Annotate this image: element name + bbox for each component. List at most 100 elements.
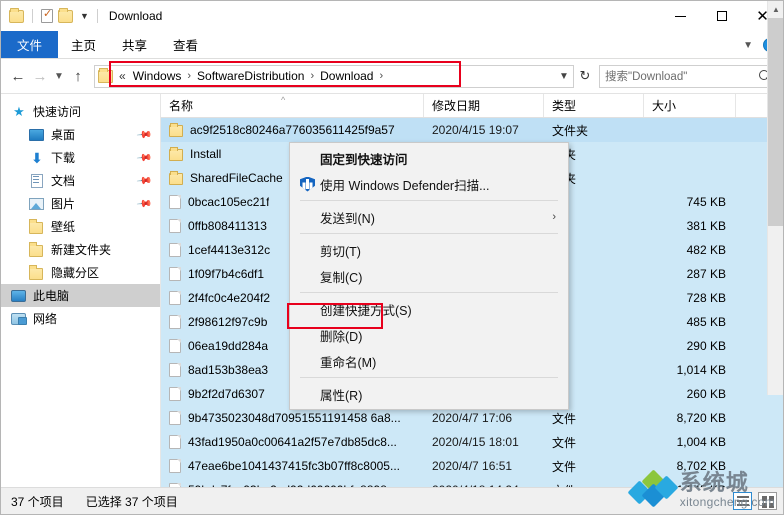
sidebar-item-desktop[interactable]: 桌面 📌 <box>1 123 160 146</box>
menu-item-label: 属性(R) <box>320 388 363 403</box>
breadcrumb-separator-2[interactable]: › <box>308 70 316 82</box>
pin-icon[interactable]: 📌 <box>136 196 153 212</box>
column-header-name[interactable]: 名称 <box>161 94 424 117</box>
sidebar-item-new-folder[interactable]: 新建文件夹 <box>1 238 160 261</box>
menu-item[interactable]: 使用 Windows Defender扫描... <box>290 171 568 197</box>
cell-date: 2020/4/15 19:07 <box>432 123 519 137</box>
address-bar: ← → ▼ ↑ « Windows › SoftwareDistribution… <box>1 59 783 93</box>
scrollbar-thumb[interactable] <box>768 18 783 226</box>
menu-item[interactable]: 删除(D) <box>290 322 568 348</box>
tab-file[interactable]: 文件 <box>1 31 59 58</box>
sidebar-item-hidden-partition[interactable]: 隐藏分区 <box>1 261 160 284</box>
sidebar-item-network[interactable]: 网络 <box>1 307 160 330</box>
cell-size: 485 KB <box>686 315 726 329</box>
menu-item[interactable]: 属性(R) <box>290 381 568 407</box>
cell-size: 745 KB <box>686 195 726 209</box>
pin-icon[interactable]: 📌 <box>136 173 153 189</box>
column-header-size[interactable]: 大小 <box>644 94 736 117</box>
item-count: 37 个项目 <box>11 494 64 509</box>
new-folder-icon[interactable] <box>58 7 73 23</box>
menu-item-label: 创建快捷方式(S) <box>320 303 412 318</box>
menu-item[interactable]: 发送到(N) › <box>290 204 568 230</box>
status-bar: 37 个项目 已选择 37 个项目 <box>1 487 783 514</box>
file-icon <box>169 267 181 281</box>
breadcrumb-separator-3[interactable]: › <box>377 70 385 82</box>
sidebar-item-wallpaper[interactable]: 壁纸 <box>1 215 160 238</box>
address-dropdown-icon[interactable]: ▼ <box>555 66 573 87</box>
breadcrumb-item-download[interactable]: Download <box>316 69 377 83</box>
folder-icon <box>169 123 183 137</box>
menu-item[interactable]: 创建快捷方式(S) <box>290 296 568 322</box>
forward-arrow-icon[interactable]: → <box>29 65 51 87</box>
search-input[interactable]: 搜索"Download" <box>599 64 777 88</box>
file-icon <box>169 315 181 329</box>
tab-share[interactable]: 共享 <box>109 31 160 58</box>
sidebar-item-this-pc[interactable]: 此电脑 <box>1 284 160 307</box>
file-name: 9b2f2d7d6307 <box>188 387 265 401</box>
breadcrumb-list: « Windows › SoftwareDistribution › Downl… <box>115 69 385 83</box>
cell-type: 文件 <box>552 459 577 474</box>
file-icon <box>169 339 181 353</box>
recent-locations-icon[interactable]: ▼ <box>51 65 67 87</box>
menu-item[interactable]: 固定到快速访问 <box>290 145 568 171</box>
cell-size: 8,702 KB <box>676 459 726 473</box>
chevron-down-icon[interactable]: ▼ <box>743 40 753 51</box>
pin-icon[interactable]: 📌 <box>136 150 153 166</box>
tab-view[interactable]: 查看 <box>160 31 211 58</box>
sidebar-item-downloads[interactable]: ⬇ 下载 📌 <box>1 146 160 169</box>
minimize-button[interactable] <box>660 1 701 31</box>
breadcrumb-overflow[interactable]: « <box>115 69 129 83</box>
table-row[interactable]: ac9f2518c80246a776035611425f9a57 2020/4/1… <box>161 118 783 142</box>
breadcrumb[interactable]: « Windows › SoftwareDistribution › Downl… <box>94 64 574 88</box>
up-arrow-icon[interactable]: ↑ <box>67 65 89 87</box>
sidebar-item-documents[interactable]: 文档 📌 <box>1 169 160 192</box>
menu-separator <box>300 292 558 293</box>
star-icon: ★ <box>13 103 25 119</box>
sidebar-item-pictures[interactable]: 图片 📌 <box>1 192 160 215</box>
menu-item[interactable]: 复制(C) <box>290 263 568 289</box>
file-explorer-window: ▼ Download ✕ 文件 主页 共享 查看 ▼ ? ← → ▼ ↑ « <box>0 0 784 515</box>
sidebar-item-quick-access[interactable]: ★ 快速访问 <box>1 100 160 123</box>
sidebar-label: 壁纸 <box>51 220 76 234</box>
menu-item[interactable]: 剪切(T) <box>290 237 568 263</box>
maximize-button[interactable] <box>701 1 742 31</box>
menu-item-label: 删除(D) <box>320 329 363 344</box>
pin-icon[interactable]: 📌 <box>136 127 153 143</box>
folder-icon <box>169 147 183 161</box>
menu-separator <box>300 200 558 201</box>
toolbar-divider-2 <box>96 9 98 23</box>
file-name: ac9f2518c80246a776035611425f9a57 <box>190 123 395 137</box>
scroll-up-icon[interactable]: ▲ <box>768 1 783 18</box>
folder-icon[interactable] <box>9 7 24 23</box>
menu-item-label: 重命名(M) <box>320 355 377 370</box>
properties-icon[interactable] <box>41 7 53 23</box>
breadcrumb-separator-1[interactable]: › <box>185 70 193 82</box>
vertical-scrollbar[interactable]: ▲ <box>767 1 783 395</box>
menu-item-label: 发送到(N) <box>320 211 375 226</box>
sidebar-label: 下载 <box>51 151 76 165</box>
table-row[interactable]: 59bdc7fac93be2ed92d60600bfe8898...2020/4… <box>161 478 783 487</box>
refresh-icon[interactable]: ↻ <box>574 65 596 88</box>
file-icon <box>169 459 181 473</box>
back-arrow-icon[interactable]: ← <box>7 65 29 87</box>
cell-name: 47eae6be1041437415fc3b07ff8c8005... <box>161 459 424 473</box>
file-icon <box>169 291 181 305</box>
submenu-arrow-icon: › <box>552 211 556 223</box>
cell-name: 9b4735023048d70951551191458 6a8... <box>161 411 424 425</box>
menu-item[interactable]: 重命名(M) <box>290 348 568 374</box>
sidebar-label: 图片 <box>51 197 76 211</box>
table-row[interactable]: 47eae6be1041437415fc3b07ff8c8005... 2020/… <box>161 454 783 478</box>
tab-home[interactable]: 主页 <box>58 31 109 58</box>
large-icons-view-icon[interactable] <box>758 492 777 510</box>
file-icon <box>169 435 181 449</box>
breadcrumb-item-softwaredistribution[interactable]: SoftwareDistribution <box>193 69 308 83</box>
customize-caret-icon[interactable]: ▼ <box>80 11 89 21</box>
details-view-icon[interactable] <box>733 492 752 510</box>
column-header-type[interactable]: 类型 <box>544 94 644 117</box>
breadcrumb-item-windows[interactable]: Windows <box>129 69 186 83</box>
cell-name: 43fad1950a0c00641a2f57e7db85dc8... <box>161 435 424 449</box>
file-icon <box>169 387 181 401</box>
column-header-date[interactable]: 修改日期 <box>424 94 544 117</box>
table-row[interactable]: 43fad1950a0c00641a2f57e7db85dc8... 2020/4… <box>161 430 783 454</box>
file-name: 43fad1950a0c00641a2f57e7db85dc8... <box>188 435 397 449</box>
